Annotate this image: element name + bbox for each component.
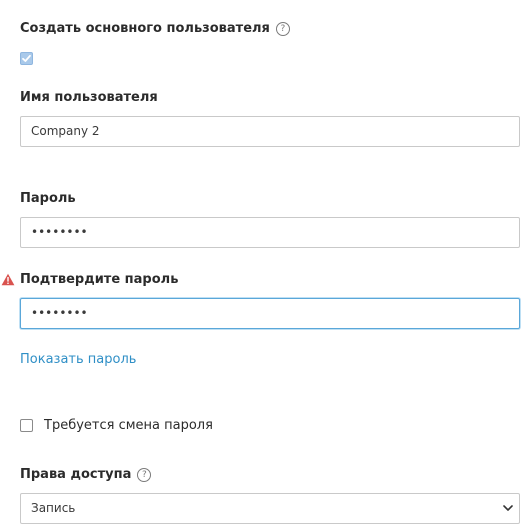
access-rights-label: Права доступа	[20, 467, 132, 482]
access-rights-value: Запись	[31, 501, 76, 515]
access-rights-section: Права доступа?	[20, 466, 152, 484]
create-user-checkbox[interactable]	[20, 52, 33, 65]
checkmark-icon	[22, 54, 31, 62]
chevron-down-icon	[503, 505, 513, 511]
password-value: ••••••••	[31, 225, 88, 239]
warning-triangle-icon	[1, 271, 15, 290]
create-user-label: Создать основного пользователя	[20, 21, 270, 36]
require-password-change-checkbox[interactable]	[20, 419, 33, 432]
show-password-link[interactable]: Показать пароль	[20, 352, 136, 367]
username-label: Имя пользователя	[20, 90, 158, 105]
password-label: Пароль	[20, 191, 76, 206]
require-password-change-label: Требуется смена пароля	[44, 418, 213, 433]
help-icon[interactable]: ?	[275, 22, 290, 36]
create-user-section: Создать основного пользователя?	[20, 20, 290, 38]
username-input[interactable]: Company 2	[20, 116, 520, 147]
password-input[interactable]: ••••••••	[20, 217, 520, 248]
confirm-password-input[interactable]: ••••••••	[20, 298, 520, 329]
username-value: Company 2	[31, 124, 100, 138]
confirm-password-value: ••••••••	[31, 306, 88, 320]
confirm-password-label: Подтвердите пароль	[20, 272, 179, 287]
access-rights-select[interactable]: Запись	[20, 493, 520, 524]
help-icon[interactable]: ?	[137, 468, 152, 482]
